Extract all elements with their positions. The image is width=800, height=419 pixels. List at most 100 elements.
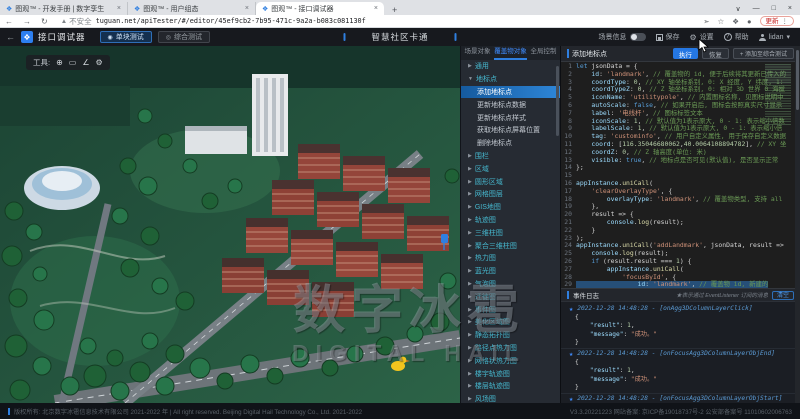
tree-child-item[interactable]: 更新地标点数据 <box>461 98 560 111</box>
browser-tab[interactable]: ❖图观™ - 接口调试器× <box>256 2 384 15</box>
tree-arrow-icon[interactable]: ▶ <box>468 294 472 300</box>
tree-arrow-icon[interactable]: ▶ <box>468 166 472 172</box>
bookmark-star-icon[interactable]: ☆ <box>718 17 725 26</box>
forward-icon[interactable]: → <box>18 17 36 26</box>
event-entry-header[interactable]: ★2022-12-28 14:48:28 - [onFocusAgg3DColu… <box>561 349 800 359</box>
tree-group-item[interactable]: ▶气泡图 <box>461 278 560 291</box>
tree-arrow-icon[interactable]: ▶ <box>468 383 472 389</box>
event-entry-header[interactable]: ★2022-12-28 14:48:28 - [onAgg3DColumnLay… <box>561 304 800 314</box>
event-log-list[interactable]: ★2022-12-28 14:48:28 - [onAgg3DColumnLay… <box>561 302 800 403</box>
tree-group-item[interactable]: ▶网格状热力图 <box>461 354 560 367</box>
code-line[interactable]: 14}; <box>561 164 800 172</box>
event-entry-header[interactable]: ★2022-12-28 14:48:28 - [onFocusAgg3DColu… <box>561 394 800 403</box>
tree-child-item[interactable]: 获取地标点屏幕位置 <box>461 124 560 137</box>
tree-group-item[interactable]: ▶蓝光图 <box>461 265 560 278</box>
tree-arrow-icon[interactable]: ▶ <box>468 358 472 364</box>
tree-arrow-icon[interactable]: ▶ <box>468 396 472 402</box>
tree-group-item[interactable]: ▶GIS地图 <box>461 201 560 214</box>
code-editor[interactable]: 1let jsonData = {2 id: 'landmark', // 覆盖… <box>561 62 800 288</box>
single-test-button[interactable]: ◉ 单块测试 <box>100 31 152 43</box>
tree-group-item[interactable]: ▶区域 <box>461 162 560 175</box>
tree-arrow-icon[interactable]: ▶ <box>468 179 472 185</box>
help-button[interactable]: ? 帮助 <box>724 32 749 42</box>
settings-button[interactable]: ⚙ 设置 <box>690 32 714 42</box>
tree-arrow-icon[interactable]: ▶ <box>468 319 472 325</box>
tree-child-item[interactable]: 添加地标点 <box>461 86 560 99</box>
add-to-combined-test-button[interactable]: + 添加至综合测试 <box>733 48 794 59</box>
tree-arrow-icon[interactable]: ▶ <box>468 191 472 197</box>
scene-info-switch[interactable] <box>630 33 646 41</box>
scene-info-toggle[interactable]: 场景信息 <box>599 32 646 42</box>
sidebar-scrollbar[interactable] <box>556 66 559 136</box>
sidebar-tab-覆盖物对象[interactable]: 覆盖物对象 <box>494 46 527 60</box>
combined-test-button[interactable]: ◎ 综合测试 <box>158 31 210 43</box>
tree-group-item[interactable]: ▶风场图 <box>461 393 560 403</box>
tree-arrow-icon[interactable]: ▶ <box>468 268 472 274</box>
tree-arrow-icon[interactable]: ▶ <box>468 153 472 159</box>
tree-group-item[interactable]: ▶事件图 <box>461 303 560 316</box>
tree-arrow-icon[interactable]: ▶ <box>468 63 472 69</box>
3d-viewport[interactable]: 工具: ⊕ ▭ ∠ ⚙ <box>0 46 460 403</box>
reset-button[interactable]: 恢复 <box>702 48 729 59</box>
tree-arrow-icon[interactable]: ▶ <box>468 281 472 287</box>
tree-group-item[interactable]: ▶聚合三维柱图 <box>461 239 560 252</box>
tree-arrow-icon[interactable]: ▶ <box>468 204 472 210</box>
more-menu-icon[interactable]: ⋮ <box>782 17 789 26</box>
tree-arrow-icon[interactable]: ▶ <box>468 217 472 223</box>
editor-minimap[interactable] <box>765 64 791 126</box>
tree-group-item[interactable]: ▶圆形区域 <box>461 175 560 188</box>
code-tab[interactable]: 添加地标点 <box>561 46 613 62</box>
browser-menu-icon[interactable]: ∨ <box>736 5 741 13</box>
tree-arrow-icon[interactable]: ▶ <box>468 332 472 338</box>
code-line[interactable]: 21 console.log(result); <box>561 219 800 227</box>
tree-group-item[interactable]: ▶美化区域图 <box>461 316 560 329</box>
tree-group-item[interactable]: ▶网格图层 <box>461 188 560 201</box>
tree-arrow-icon[interactable]: ▶ <box>468 345 472 351</box>
tree-arrow-icon[interactable]: ▶ <box>468 255 472 261</box>
tool-settings-icon[interactable]: ⚙ <box>96 58 103 67</box>
angle-measure-icon[interactable]: ∠ <box>82 58 89 67</box>
new-tab-button[interactable]: + <box>384 5 405 15</box>
tree-arrow-icon[interactable]: ▶ <box>468 371 472 377</box>
tab-close-icon[interactable]: × <box>245 5 249 12</box>
browser-tab[interactable]: ❖图观™ - 用户组态× <box>128 2 256 15</box>
app-back-icon[interactable]: ← <box>0 32 21 42</box>
profile-avatar[interactable]: ● <box>747 17 752 26</box>
minimize-icon[interactable]: — <box>753 5 760 12</box>
tab-close-icon[interactable]: × <box>374 5 378 12</box>
tree-arrow-icon[interactable]: ▶ <box>468 307 472 313</box>
url-text[interactable]: tuguan.net/apiTester/#/editor/45ef9cb2-7… <box>96 17 366 25</box>
clear-log-button[interactable]: 清空 <box>772 291 794 300</box>
security-label[interactable]: 不安全 <box>69 16 92 27</box>
locate-icon[interactable]: ⊕ <box>56 58 63 67</box>
tree-group-item[interactable]: ▶热力图 <box>461 252 560 265</box>
user-menu[interactable]: lidan ▾ <box>759 33 790 41</box>
code-line[interactable]: 13 visible: true, // 地标点是否可见(默认值), 是否显示正… <box>561 157 800 165</box>
tree-child-item[interactable]: 更新地标点样式 <box>461 111 560 124</box>
tree-child-item[interactable]: 删除地标点 <box>461 137 560 150</box>
maximize-icon[interactable]: □ <box>772 5 776 12</box>
back-icon[interactable]: ← <box>0 17 18 26</box>
tree-group-item[interactable]: ▶通用 <box>461 60 560 73</box>
tree-group-item[interactable]: ▶路径点热力图 <box>461 342 560 355</box>
share-icon[interactable]: ➣ <box>703 17 709 26</box>
sidebar-tab-场景对象[interactable]: 场景对象 <box>461 46 494 60</box>
browser-tab[interactable]: ❖图观™ - 开发手册 | 数字孪生× <box>0 2 128 15</box>
run-button[interactable]: 执行 <box>673 48 698 59</box>
save-button[interactable]: 保存 <box>656 32 680 42</box>
panel-resize-handle[interactable] <box>460 218 461 240</box>
browser-update-button[interactable]: 更新 ⋮ <box>760 16 795 26</box>
extensions-icon[interactable]: ❖ <box>732 17 739 26</box>
fit-view-icon[interactable]: ▭ <box>69 58 77 67</box>
tab-close-icon[interactable]: × <box>117 5 121 12</box>
reload-icon[interactable]: ↻ <box>36 17 53 26</box>
tree-group-item[interactable]: ▶轨迹图 <box>461 214 560 227</box>
tree-group-item[interactable]: ▼地标点 <box>461 73 560 86</box>
tree-arrow-icon[interactable]: ▶ <box>468 230 472 236</box>
sidebar-tab-全局控制[interactable]: 全局控制 <box>527 46 560 60</box>
page-scrollbar[interactable] <box>795 46 800 403</box>
tree-group-item[interactable]: ▶楼宇轨迹图 <box>461 367 560 380</box>
close-icon[interactable]: × <box>788 5 792 12</box>
tree-group-item[interactable]: ▶楼层轨迹图 <box>461 380 560 393</box>
tree-group-item[interactable]: ▶静态拓扑图 <box>461 329 560 342</box>
